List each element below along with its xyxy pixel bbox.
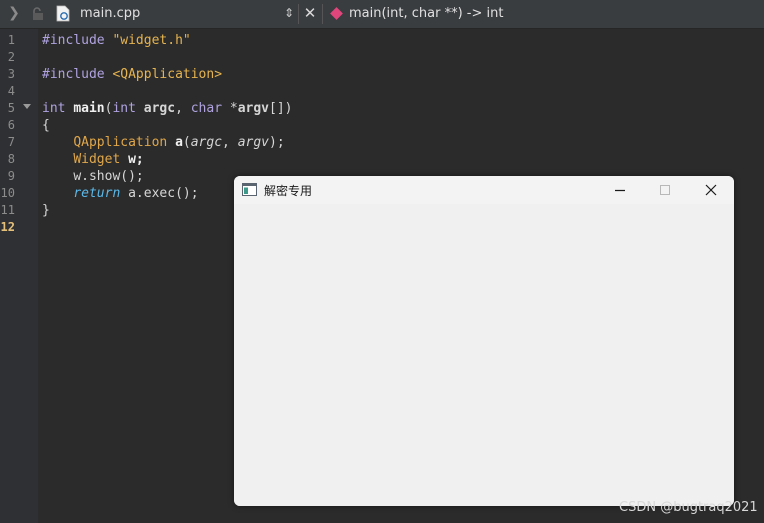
keyword: int xyxy=(112,101,136,116)
toolbar-divider xyxy=(298,4,299,24)
minimize-icon[interactable] xyxy=(597,178,643,202)
file-dropdown-icon[interactable]: ⇕ xyxy=(284,5,294,21)
app-window-icon xyxy=(242,183,257,196)
parameter: argv xyxy=(237,101,270,116)
editor-toolbar: ❯ main.cpp ⇕ ✕ main(int, char **) -> int xyxy=(0,0,764,29)
line-number: 3 xyxy=(7,67,15,81)
variable: a xyxy=(175,135,183,150)
code-line-3: #include <QApplication> xyxy=(42,66,222,83)
code-line-7: QApplication a(argc, argv); xyxy=(42,134,285,151)
statement: w.show(); xyxy=(73,169,144,184)
punctuation: ); xyxy=(269,135,285,150)
line-number: 10 xyxy=(0,186,15,200)
chevron-right-icon[interactable]: ❯ xyxy=(6,5,22,21)
line-number-gutter[interactable]: 1 2 3 4 5 6 7 8 9 10 11 12 xyxy=(0,29,38,523)
function-symbol-icon xyxy=(330,7,343,20)
code-line-8: Widget w; xyxy=(42,151,144,168)
code-line-10: return a.exec(); xyxy=(42,185,199,202)
maximize-icon[interactable] xyxy=(642,178,688,202)
line-number: 4 xyxy=(7,84,15,98)
code-line-1: #include "widget.h" xyxy=(42,32,191,49)
keyword: char xyxy=(190,101,223,116)
toolbar-divider xyxy=(322,4,323,24)
punctuation: []) xyxy=(269,101,293,116)
close-icon[interactable] xyxy=(688,178,734,202)
return-keyword: return xyxy=(73,186,121,201)
code-line-5: int main(int argc, char *argv[]) xyxy=(42,100,293,117)
window-title: 解密专用 xyxy=(264,184,313,198)
punctuation: , xyxy=(222,135,238,150)
variable: w; xyxy=(128,152,144,167)
line-number: 1 xyxy=(7,33,15,47)
function-name: main xyxy=(73,101,105,116)
argument: argc xyxy=(190,135,223,150)
punctuation: ( xyxy=(182,135,191,150)
code-line-6: { xyxy=(42,117,50,134)
watermark-text: CSDN @bugtraq2021 xyxy=(619,500,758,515)
include-header: <QApplication> xyxy=(112,67,223,82)
line-number: 7 xyxy=(7,135,15,149)
include-header: "widget.h" xyxy=(112,33,191,48)
window-titlebar[interactable]: 解密专用 xyxy=(234,176,734,204)
unlock-icon[interactable] xyxy=(32,7,44,20)
argument: argv xyxy=(237,135,269,150)
symbol-selector[interactable]: main(int, char **) -> int xyxy=(349,6,503,21)
keyword: int xyxy=(42,101,66,116)
brace: } xyxy=(42,203,50,218)
qt-app-window[interactable]: 解密专用 xyxy=(234,176,734,506)
line-number: 9 xyxy=(7,169,15,183)
cpp-file-icon xyxy=(56,5,70,22)
line-number: 11 xyxy=(0,203,15,217)
fold-arrow-icon[interactable] xyxy=(23,104,31,109)
line-number: 5 xyxy=(7,101,15,115)
line-number: 8 xyxy=(7,152,15,166)
code-line-11: } xyxy=(42,202,50,219)
preprocessor-directive: #include xyxy=(42,33,105,48)
code-line-9: w.show(); xyxy=(42,168,144,185)
punctuation: , xyxy=(175,101,191,116)
type-name: QApplication xyxy=(73,135,168,150)
punctuation: * xyxy=(222,101,238,116)
brace: { xyxy=(42,118,50,133)
statement: a.exec(); xyxy=(120,186,199,201)
current-line-number: 12 xyxy=(0,220,15,234)
open-file-selector[interactable]: main.cpp xyxy=(80,6,140,21)
line-number: 2 xyxy=(7,50,15,64)
preprocessor-directive: #include xyxy=(42,67,105,82)
parameter: argc xyxy=(143,101,176,116)
line-number: 6 xyxy=(7,118,15,132)
window-client-area[interactable] xyxy=(234,206,734,506)
type-name: Widget xyxy=(73,152,121,167)
close-document-icon[interactable]: ✕ xyxy=(303,6,317,21)
